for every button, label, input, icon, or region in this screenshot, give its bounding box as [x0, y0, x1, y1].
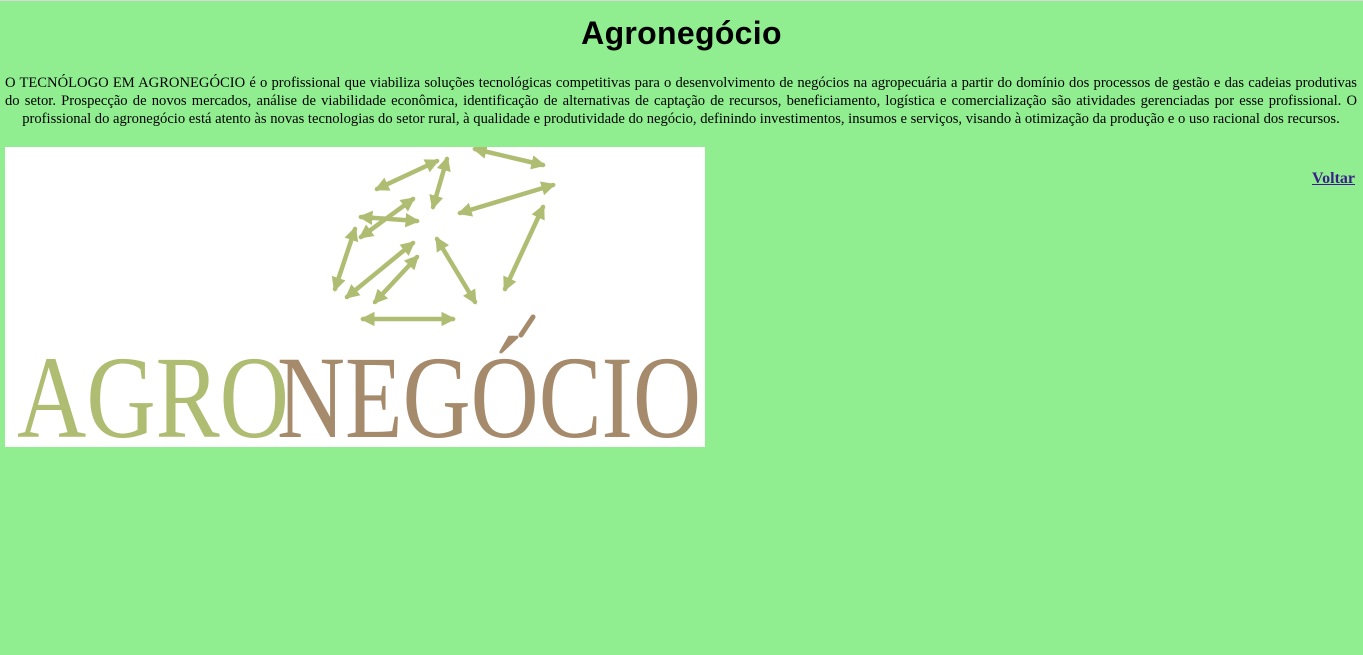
agronegocio-logo-icon: AGRO NEGÓCIO — [17, 147, 701, 447]
logo-text-agro: AGRO — [17, 332, 289, 447]
page: Agronegócio O TECNÓLOGO EM AGRONEGÓCIO é… — [0, 1, 1363, 655]
logo-text-negocio: NEGÓCIO — [277, 332, 701, 447]
page-title: Agronegócio — [581, 15, 782, 51]
network-arrows — [331, 147, 556, 327]
agronegocio-logo-image: AGRO NEGÓCIO — [5, 147, 705, 447]
back-link[interactable]: Voltar — [1312, 170, 1355, 188]
description-paragraph: O TECNÓLOGO EM AGRONEGÓCIO é o profissio… — [5, 75, 1357, 127]
